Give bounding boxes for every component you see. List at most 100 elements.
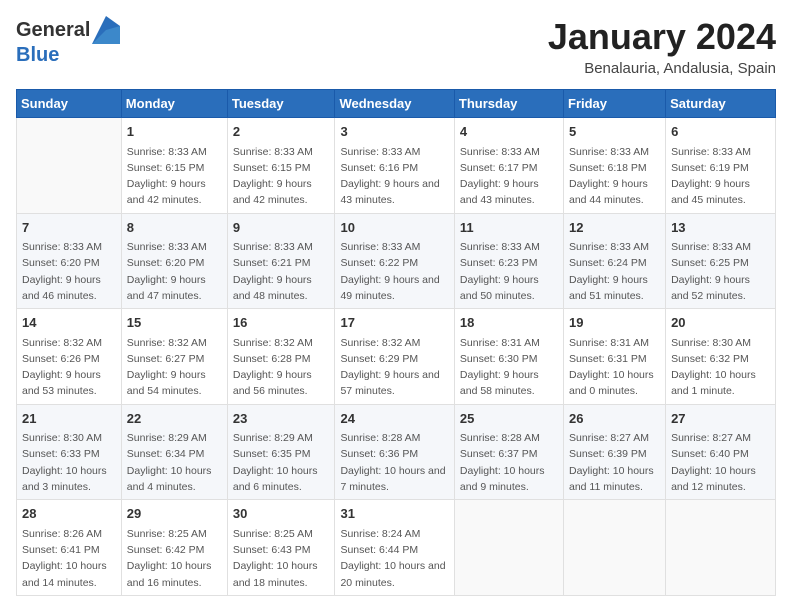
day-number: 14 — [22, 313, 116, 333]
day-number: 3 — [340, 122, 448, 142]
column-header-friday: Friday — [564, 90, 666, 118]
calendar-cell: 19Sunrise: 8:31 AMSunset: 6:31 PMDayligh… — [564, 309, 666, 405]
cell-info: Sunrise: 8:33 AMSunset: 6:15 PMDaylight:… — [233, 144, 330, 209]
column-header-thursday: Thursday — [454, 90, 563, 118]
logo-icon — [92, 16, 120, 44]
cell-info: Sunrise: 8:33 AMSunset: 6:24 PMDaylight:… — [569, 239, 660, 304]
calendar-cell: 24Sunrise: 8:28 AMSunset: 6:36 PMDayligh… — [335, 404, 454, 500]
column-header-saturday: Saturday — [666, 90, 776, 118]
calendar-cell — [17, 118, 122, 214]
day-number: 16 — [233, 313, 330, 333]
cell-info: Sunrise: 8:33 AMSunset: 6:25 PMDaylight:… — [671, 239, 770, 304]
cell-info: Sunrise: 8:28 AMSunset: 6:36 PMDaylight:… — [340, 430, 448, 495]
day-number: 22 — [127, 409, 222, 429]
calendar-week-row: 7 Sunrise: 8:33 AMSunset: 6:20 PMDaylight… — [17, 213, 776, 309]
day-number: 21 — [22, 409, 116, 429]
cell-info: Sunrise: 8:33 AMSunset: 6:16 PMDaylight:… — [340, 144, 448, 209]
day-number: 31 — [340, 504, 448, 524]
cell-info: Sunrise: 8:32 AMSunset: 6:29 PMDaylight:… — [340, 335, 448, 400]
calendar-cell: 12Sunrise: 8:33 AMSunset: 6:24 PMDayligh… — [564, 213, 666, 309]
day-number: 26 — [569, 409, 660, 429]
calendar-cell: 20Sunrise: 8:30 AMSunset: 6:32 PMDayligh… — [666, 309, 776, 405]
day-number: 19 — [569, 313, 660, 333]
cell-info: Sunrise: 8:29 AMSunset: 6:35 PMDaylight:… — [233, 430, 330, 495]
day-number: 29 — [127, 504, 222, 524]
calendar-cell: 2Sunrise: 8:33 AMSunset: 6:15 PMDaylight… — [227, 118, 335, 214]
day-number: 6 — [671, 122, 770, 142]
cell-info: Sunrise: 8:32 AMSunset: 6:27 PMDaylight:… — [127, 335, 222, 400]
day-number: 8 — [127, 218, 222, 238]
calendar-cell: 10Sunrise: 8:33 AMSunset: 6:22 PMDayligh… — [335, 213, 454, 309]
cell-info: Sunrise: 8:25 AMSunset: 6:43 PMDaylight:… — [233, 526, 330, 591]
cell-info: Sunrise: 8:33 AMSunset: 6:18 PMDaylight:… — [569, 144, 660, 209]
calendar-cell: 5Sunrise: 8:33 AMSunset: 6:18 PMDaylight… — [564, 118, 666, 214]
cell-info: Sunrise: 8:31 AMSunset: 6:30 PMDaylight:… — [460, 335, 558, 400]
calendar-cell: 13Sunrise: 8:33 AMSunset: 6:25 PMDayligh… — [666, 213, 776, 309]
calendar-cell — [564, 500, 666, 596]
calendar-cell: 25Sunrise: 8:28 AMSunset: 6:37 PMDayligh… — [454, 404, 563, 500]
day-number: 2 — [233, 122, 330, 142]
calendar-cell — [666, 500, 776, 596]
day-number: 27 — [671, 409, 770, 429]
day-number: 12 — [569, 218, 660, 238]
calendar-table: SundayMondayTuesdayWednesdayThursdayFrid… — [16, 89, 776, 596]
calendar-cell: 11Sunrise: 8:33 AMSunset: 6:23 PMDayligh… — [454, 213, 563, 309]
cell-info: Sunrise: 8:32 AMSunset: 6:28 PMDaylight:… — [233, 335, 330, 400]
calendar-week-row: 1Sunrise: 8:33 AMSunset: 6:15 PMDaylight… — [17, 118, 776, 214]
cell-info: Sunrise: 8:27 AMSunset: 6:39 PMDaylight:… — [569, 430, 660, 495]
calendar-cell: 26Sunrise: 8:27 AMSunset: 6:39 PMDayligh… — [564, 404, 666, 500]
calendar-cell: 21Sunrise: 8:30 AMSunset: 6:33 PMDayligh… — [17, 404, 122, 500]
day-number: 18 — [460, 313, 558, 333]
day-number: 20 — [671, 313, 770, 333]
calendar-cell: 28Sunrise: 8:26 AMSunset: 6:41 PMDayligh… — [17, 500, 122, 596]
calendar-cell — [454, 500, 563, 596]
calendar-cell: 4Sunrise: 8:33 AMSunset: 6:17 PMDaylight… — [454, 118, 563, 214]
calendar-week-row: 28Sunrise: 8:26 AMSunset: 6:41 PMDayligh… — [17, 500, 776, 596]
cell-info: Sunrise: 8:31 AMSunset: 6:31 PMDaylight:… — [569, 335, 660, 400]
calendar-cell: 1Sunrise: 8:33 AMSunset: 6:15 PMDaylight… — [121, 118, 227, 214]
column-header-sunday: Sunday — [17, 90, 122, 118]
cell-info: Sunrise: 8:32 AMSunset: 6:26 PMDaylight:… — [22, 335, 116, 400]
subtitle: Benalauria, Andalusia, Spain — [548, 60, 776, 77]
logo: General Blue — [16, 16, 120, 66]
day-number: 1 — [127, 122, 222, 142]
day-number: 10 — [340, 218, 448, 238]
cell-info: Sunrise: 8:26 AMSunset: 6:41 PMDaylight:… — [22, 526, 116, 591]
day-number: 15 — [127, 313, 222, 333]
day-number: 28 — [22, 504, 116, 524]
cell-info: Sunrise: 8:33 AMSunset: 6:21 PMDaylight:… — [233, 239, 330, 304]
cell-info: Sunrise: 8:33 AMSunset: 6:20 PMDaylight:… — [127, 239, 222, 304]
logo-blue-text: Blue — [16, 44, 59, 66]
cell-info: Sunrise: 8:33 AMSunset: 6:15 PMDaylight:… — [127, 144, 222, 209]
day-number: 25 — [460, 409, 558, 429]
day-number: 11 — [460, 218, 558, 238]
calendar-cell: 18Sunrise: 8:31 AMSunset: 6:30 PMDayligh… — [454, 309, 563, 405]
day-number: 5 — [569, 122, 660, 142]
calendar-week-row: 21Sunrise: 8:30 AMSunset: 6:33 PMDayligh… — [17, 404, 776, 500]
cell-info: Sunrise: 8:33 AMSunset: 6:17 PMDaylight:… — [460, 144, 558, 209]
logo-wordmark: General Blue — [16, 16, 120, 66]
calendar-cell: 30Sunrise: 8:25 AMSunset: 6:43 PMDayligh… — [227, 500, 335, 596]
calendar-cell: 3Sunrise: 8:33 AMSunset: 6:16 PMDaylight… — [335, 118, 454, 214]
cell-info: Sunrise: 8:33 AMSunset: 6:22 PMDaylight:… — [340, 239, 448, 304]
day-number: 9 — [233, 218, 330, 238]
cell-info: Sunrise: 8:25 AMSunset: 6:42 PMDaylight:… — [127, 526, 222, 591]
calendar-cell: 7Sunrise: 8:33 AMSunset: 6:20 PMDaylight… — [17, 213, 122, 309]
calendar-cell: 27Sunrise: 8:27 AMSunset: 6:40 PMDayligh… — [666, 404, 776, 500]
day-number: 13 — [671, 218, 770, 238]
cell-info: Sunrise: 8:33 AMSunset: 6:23 PMDaylight:… — [460, 239, 558, 304]
day-number: 23 — [233, 409, 330, 429]
cell-info: Sunrise: 8:33 AMSunset: 6:19 PMDaylight:… — [671, 144, 770, 209]
calendar-cell: 31Sunrise: 8:24 AMSunset: 6:44 PMDayligh… — [335, 500, 454, 596]
day-number: 7 — [22, 218, 116, 238]
calendar-cell: 22Sunrise: 8:29 AMSunset: 6:34 PMDayligh… — [121, 404, 227, 500]
calendar-cell: 16Sunrise: 8:32 AMSunset: 6:28 PMDayligh… — [227, 309, 335, 405]
calendar-cell: 15Sunrise: 8:32 AMSunset: 6:27 PMDayligh… — [121, 309, 227, 405]
cell-info: Sunrise: 8:24 AMSunset: 6:44 PMDaylight:… — [340, 526, 448, 591]
column-header-tuesday: Tuesday — [227, 90, 335, 118]
day-number: 17 — [340, 313, 448, 333]
logo-general-text: General — [16, 19, 90, 41]
day-number: 30 — [233, 504, 330, 524]
cell-info: Sunrise: 8:28 AMSunset: 6:37 PMDaylight:… — [460, 430, 558, 495]
calendar-cell: 8Sunrise: 8:33 AMSunset: 6:20 PMDaylight… — [121, 213, 227, 309]
